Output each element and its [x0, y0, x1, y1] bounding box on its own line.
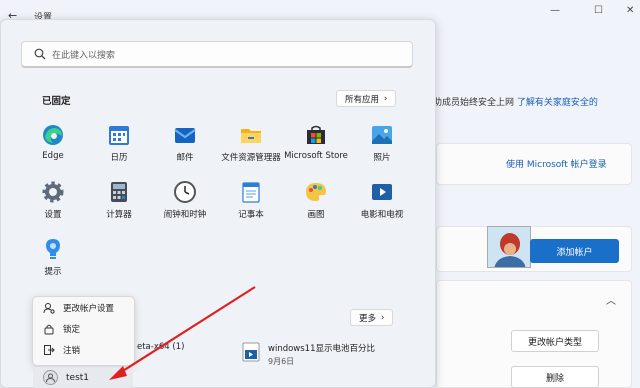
lock-item[interactable]: 锁定 [43, 323, 80, 335]
pinned-app-paint[interactable]: 画图 [284, 180, 348, 220]
start-search-box[interactable]: 在此键入以搜索 [21, 41, 413, 68]
family-safety-text: 帮助成员始终安全上网 了解有关家庭安全的 [424, 95, 640, 108]
menu-item-label: 锁定 [63, 325, 81, 335]
app-label: 画图 [307, 210, 325, 220]
user-avatar-picture [487, 226, 531, 268]
tips-icon [41, 237, 65, 261]
clock-icon [173, 180, 197, 204]
pinned-app-mail[interactable]: 邮件 [153, 123, 217, 163]
ms-login-link[interactable]: 使用 Microsoft 帐户登录 [506, 157, 607, 170]
pinned-app-tips[interactable]: 提示 [21, 237, 85, 277]
recommended-text: eta-x64 (1) [137, 342, 184, 352]
account-settings-icon [43, 302, 55, 314]
photos-icon [370, 123, 394, 147]
search-placeholder: 在此键入以搜索 [52, 50, 116, 61]
paint-icon [304, 180, 328, 204]
pinned-app-clock[interactable]: 闹钟和时钟 [153, 180, 217, 220]
sign-out-item[interactable]: 注销 [43, 344, 80, 356]
chevron-right-icon: › [384, 93, 388, 104]
user-account-button[interactable]: test1 [33, 367, 133, 388]
recommended-title: windows11显示电池百分比 [268, 344, 375, 354]
pinned-app-store[interactable]: Microsoft Store [284, 123, 348, 161]
search-icon [34, 48, 46, 60]
recommended-title: eta-x64 (1) [137, 342, 185, 352]
all-apps-label: 所有应用 [345, 94, 380, 105]
mail-icon [173, 123, 197, 147]
recommended-item[interactable]: windows11显示电池百分比 9月6日 [242, 342, 375, 367]
app-label: 设置 [44, 210, 62, 220]
delete-account-button[interactable]: 删除 [511, 366, 599, 388]
recommended-text: windows11显示电池百分比 9月6日 [268, 342, 375, 367]
chevron-up-icon[interactable]: ︿ [606, 292, 616, 307]
app-label: 闹钟和时钟 [163, 210, 207, 220]
pinned-app-notepad[interactable]: 记事本 [219, 180, 283, 220]
notepad-icon [239, 180, 263, 204]
menu-item-label: 注销 [63, 346, 81, 356]
gear-icon [41, 180, 65, 204]
pinned-app-settings[interactable]: 设置 [21, 180, 85, 220]
minimize-icon[interactable]: — [550, 5, 560, 16]
family-safety-desc: 帮助成员始终安全上网 [424, 98, 515, 108]
app-label: 照片 [373, 153, 391, 163]
pinned-app-movies[interactable]: 电影和电视 [350, 180, 414, 220]
user-icon [43, 370, 58, 385]
app-label: 电影和电视 [360, 210, 404, 220]
app-label: 日历 [110, 153, 128, 163]
pinned-heading: 已固定 [42, 96, 71, 107]
app-label: 邮件 [176, 153, 194, 163]
pinned-app-calculator[interactable]: 计算器 [87, 180, 151, 220]
lock-icon [43, 323, 55, 335]
close-icon[interactable]: ✕ [626, 5, 634, 16]
user-name: test1 [66, 372, 90, 383]
recommended-date: 9月6日 [268, 357, 295, 366]
folder-icon [239, 123, 263, 147]
store-icon [304, 123, 328, 147]
change-account-settings-item[interactable]: 更改帐户设置 [43, 302, 114, 314]
video-file-icon [242, 342, 260, 362]
app-label: 记事本 [238, 210, 264, 220]
user-account-popup: 更改帐户设置 锁定 注销 [32, 296, 135, 366]
app-label: 提示 [44, 267, 62, 277]
edge-icon [41, 123, 65, 147]
all-apps-button[interactable]: 所有应用 › [336, 90, 397, 107]
pinned-app-file-explorer[interactable]: 文件资源管理器 [219, 123, 283, 163]
add-account-button[interactable]: 添加帐户 [530, 239, 619, 263]
change-account-type-button[interactable]: 更改帐户类型 [511, 330, 599, 352]
pinned-app-edge[interactable]: Edge [21, 123, 85, 161]
family-safety-link[interactable]: 了解有关家庭安全的 [517, 98, 598, 108]
more-button[interactable]: 更多 › [350, 309, 394, 326]
app-label: 计算器 [106, 210, 132, 220]
pinned-app-calendar[interactable]: 日历 [87, 123, 151, 163]
app-label: Microsoft Store [284, 151, 348, 161]
chevron-right-icon: › [381, 312, 385, 323]
pinned-app-photos[interactable]: 照片 [350, 123, 414, 163]
calendar-icon [107, 123, 131, 147]
menu-item-label: 更改帐户设置 [63, 304, 115, 314]
more-label: 更多 [359, 313, 377, 324]
movies-icon [370, 180, 394, 204]
calculator-icon [107, 180, 131, 204]
sign-out-icon [43, 344, 55, 356]
maximize-icon[interactable]: ☐ [594, 5, 603, 16]
recommended-item[interactable]: eta-x64 (1) [137, 342, 184, 352]
app-label: 文件资源管理器 [221, 153, 281, 163]
app-label: Edge [42, 151, 64, 161]
